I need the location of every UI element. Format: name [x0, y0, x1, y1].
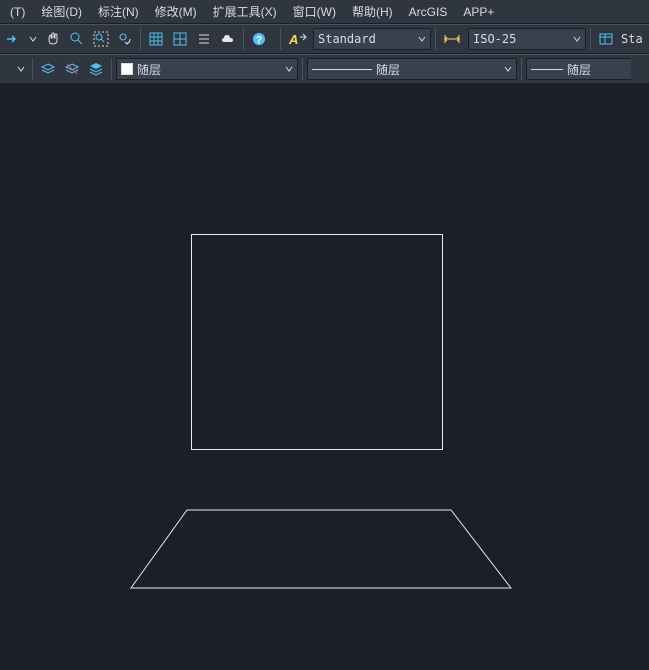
line-sample-icon	[531, 69, 563, 70]
dimstyle-icon[interactable]	[440, 28, 466, 50]
cloud-icon[interactable]	[217, 28, 239, 50]
linetype-value: 随层	[376, 61, 400, 78]
chevron-down-icon	[504, 62, 512, 76]
color-swatch-icon	[121, 63, 133, 75]
separator	[302, 58, 303, 80]
grid2-icon[interactable]	[169, 28, 191, 50]
menu-window[interactable]: 窗口(W)	[285, 0, 344, 23]
rectangle-shape	[191, 234, 443, 450]
lineweight-value: 随层	[567, 61, 591, 78]
svg-text:A: A	[288, 32, 298, 47]
zoom-window-icon[interactable]	[66, 28, 88, 50]
grid1-icon[interactable]	[145, 28, 167, 50]
zoom-extents-icon[interactable]	[90, 28, 112, 50]
arrow-right-icon[interactable]	[2, 28, 24, 50]
lineweight-combo[interactable]: 随层	[526, 58, 631, 80]
dropdown-arrow-icon[interactable]	[14, 58, 28, 80]
separator	[111, 58, 112, 80]
menu-express[interactable]: 扩展工具(X)	[205, 0, 285, 23]
line-sample-icon	[312, 69, 372, 70]
table-icon[interactable]	[595, 28, 617, 50]
menu-bar: (T) 绘图(D) 标注(N) 修改(M) 扩展工具(X) 窗口(W) 帮助(H…	[0, 0, 649, 24]
menu-annotate[interactable]: 标注(N)	[90, 0, 147, 23]
chevron-down-icon	[573, 32, 581, 46]
menu-help[interactable]: 帮助(H)	[344, 0, 401, 23]
separator	[435, 28, 436, 50]
zoom-previous-icon[interactable]	[114, 28, 136, 50]
drawing-canvas[interactable]	[0, 84, 649, 670]
layer-uniso-icon[interactable]	[61, 58, 83, 80]
color-combo[interactable]: 随层	[116, 58, 298, 80]
layer-manager-icon[interactable]	[85, 58, 107, 80]
menu-draw[interactable]: 绘图(D)	[33, 0, 90, 23]
dimstyle-combo[interactable]: ISO-25	[468, 28, 586, 50]
separator	[280, 28, 281, 50]
list-icon[interactable]	[193, 28, 215, 50]
textstyle-combo[interactable]: Standard	[313, 28, 431, 50]
layer-iso-icon[interactable]	[37, 58, 59, 80]
textstyle-value: Standard	[318, 32, 376, 46]
linetype-combo[interactable]: 随层	[307, 58, 517, 80]
trapezoid-shape	[130, 509, 512, 589]
pan-icon[interactable]	[42, 28, 64, 50]
chevron-down-icon	[418, 32, 426, 46]
dimstyle-value: ISO-25	[473, 32, 516, 46]
svg-text:?: ?	[256, 35, 262, 46]
menu-appplus[interactable]: APP+	[455, 2, 502, 22]
toolbar-1: ? A Standard ISO-25 Sta	[0, 24, 649, 54]
separator	[243, 28, 244, 50]
right-truncated-label: Sta	[621, 32, 643, 46]
textstyle-icon[interactable]: A	[285, 28, 311, 50]
help-icon[interactable]: ?	[248, 28, 270, 50]
dropdown-arrow-icon[interactable]	[26, 28, 40, 50]
separator	[521, 58, 522, 80]
separator	[590, 28, 591, 50]
separator	[32, 58, 33, 80]
color-value: 随层	[137, 61, 161, 78]
menu-t[interactable]: (T)	[2, 2, 33, 22]
chevron-down-icon	[285, 62, 293, 76]
menu-modify[interactable]: 修改(M)	[147, 0, 205, 23]
separator	[140, 28, 141, 50]
menu-arcgis[interactable]: ArcGIS	[401, 2, 456, 22]
toolbar-2: 随层 随层 随层	[0, 54, 649, 84]
